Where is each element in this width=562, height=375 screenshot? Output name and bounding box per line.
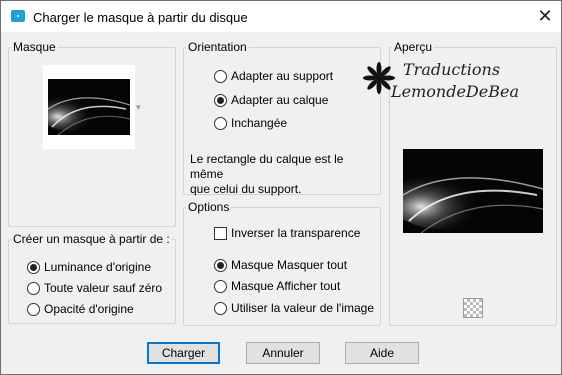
radio-label: Inchangée (231, 116, 288, 130)
radio-indicator (214, 116, 227, 130)
preview-image-graphic (403, 149, 543, 233)
radio-indicator (27, 260, 40, 274)
radio-indicator (214, 279, 227, 293)
dialog-body: Masque ▾ Créer un masque à partir de: L… (1, 32, 561, 374)
load-mask-dialog: Charger le masque à partir du disque ✕ M… (0, 0, 562, 375)
radio-label: Toute valeur sauf zéro (44, 281, 163, 295)
radio-show-all-mask[interactable]: Masque Afficher tout (214, 279, 340, 293)
radio-label: Masque Afficher tout (231, 279, 341, 293)
radio-label: Masque Masquer tout (231, 258, 348, 272)
orientation-info: Le rectangle du calque est le même que c… (190, 152, 376, 197)
radio-indicator (27, 302, 40, 316)
mask-thumbnail-image (48, 79, 130, 135)
watermark: Traductions LemondeDeBea (363, 60, 543, 112)
dialog-title: Charger le masque à partir du disque (33, 10, 248, 25)
radio-indicator (214, 258, 227, 272)
preview-legend: Aperçu (394, 40, 433, 54)
mask-thumbnail-frame[interactable] (43, 65, 135, 149)
watermark-line1: Traductions (403, 60, 501, 79)
create-mask-from-legend: Créer un masque à partir de : (13, 232, 170, 246)
preview-image (403, 149, 543, 233)
mask-group-legend: Masque (13, 40, 56, 54)
radio-indicator (27, 281, 40, 295)
checkbox-label: Inverser la transparence (231, 226, 361, 240)
radio-use-image-value[interactable]: Utiliser la valeur de l'image (214, 301, 374, 315)
load-button[interactable]: Charger (147, 342, 220, 364)
radio-indicator (214, 69, 227, 83)
orientation-info-line2: que celui du support. (190, 182, 302, 196)
radio-any-nonzero[interactable]: Toute valeur sauf zéro (27, 281, 162, 295)
radio-luminance-origin[interactable]: Luminance d'origine (27, 260, 151, 274)
watermark-line2: LemondeDeBea (391, 82, 519, 101)
radio-label: Luminance d'origine (44, 260, 152, 274)
cancel-button[interactable]: Annuler (246, 342, 320, 364)
close-icon[interactable]: ✕ (533, 5, 557, 27)
checkbox-indicator (214, 226, 227, 240)
mask-thumbnail (48, 79, 130, 135)
chevron-down-icon[interactable]: ▾ (136, 102, 141, 113)
radio-indicator (214, 301, 227, 315)
camera-icon (11, 10, 25, 22)
radio-fit-to-canvas[interactable]: Adapter au support (214, 69, 333, 83)
title-bar: Charger le masque à partir du disque ✕ (1, 1, 561, 32)
invert-transparency-checkbox[interactable]: Inverser la transparence (214, 226, 360, 240)
radio-indicator (214, 93, 227, 107)
orientation-legend: Orientation (188, 40, 247, 54)
radio-fit-to-layer[interactable]: Adapter au calque (214, 93, 328, 107)
help-button[interactable]: Aide (345, 342, 419, 364)
radio-opacity-origin[interactable]: Opacité d'origine (27, 302, 134, 316)
radio-label: Adapter au calque (231, 93, 329, 107)
orientation-info-line1: Le rectangle du calque est le même (190, 152, 344, 181)
options-legend: Options (188, 200, 230, 214)
radio-label: Adapter au support (231, 69, 334, 83)
checkerboard-icon[interactable] (463, 298, 483, 318)
radio-as-is[interactable]: Inchangée (214, 116, 287, 130)
radio-hide-all-mask[interactable]: Masque Masquer tout (214, 258, 347, 272)
radio-label: Opacité d'origine (44, 302, 134, 316)
radio-label: Utiliser la valeur de l'image (231, 301, 375, 315)
